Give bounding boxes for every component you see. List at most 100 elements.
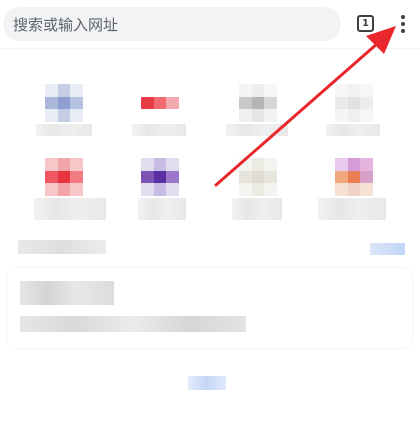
favicon-pixel [335, 109, 348, 122]
favicon-pixel [57, 158, 71, 171]
menu-dot [401, 22, 405, 26]
shortcut-favicon [239, 84, 277, 122]
feed-card[interactable] [8, 268, 412, 348]
shortcut-tile[interactable] [222, 152, 292, 242]
shortcut-favicon [45, 84, 83, 122]
favicon-pixel [153, 170, 167, 184]
favicon-pixel [166, 183, 179, 196]
favicon-pixel [57, 84, 71, 97]
favicon-pixel [70, 96, 83, 110]
favicon-pixel [264, 84, 277, 97]
favicon-pixel [251, 158, 265, 171]
favicon-pixel [70, 109, 83, 122]
favicon-pixel [70, 183, 83, 196]
shortcut-favicon [45, 158, 83, 196]
favicon-pixel [153, 96, 167, 110]
favicon-pixel [264, 96, 277, 110]
shortcut-label [138, 198, 186, 220]
favicon-pixel [239, 84, 252, 97]
favicon-pixel [264, 109, 277, 122]
favicon-pixel [70, 170, 83, 184]
favicon-pixel [264, 183, 277, 196]
address-bar-placeholder: 搜索或输入网址 [13, 15, 119, 34]
favicon-pixel [360, 96, 373, 110]
address-bar[interactable]: 搜索或输入网址 [3, 7, 341, 41]
favicon-pixel [141, 170, 154, 184]
favicon-pixel [335, 170, 348, 184]
favicon-pixel [347, 109, 361, 122]
favicon-pixel [264, 158, 277, 171]
favicon-pixel [360, 109, 373, 122]
section-header [18, 240, 106, 254]
favicon-pixel [141, 96, 154, 110]
favicon-pixel [166, 96, 179, 110]
favicon-pixel [45, 84, 58, 97]
favicon-pixel [57, 183, 71, 196]
favicon-pixel [45, 96, 58, 110]
favicon-pixel [57, 109, 71, 122]
favicon-pixel [45, 109, 58, 122]
favicon-pixel [335, 84, 348, 97]
card-snippet [20, 316, 246, 332]
favicon-pixel [153, 84, 167, 97]
card-title [20, 281, 114, 305]
favicon-pixel [70, 158, 83, 171]
favicon-pixel [347, 170, 361, 184]
tab-count-label: 1 [362, 18, 369, 29]
shortcut-label [132, 124, 186, 136]
menu-dot [401, 15, 405, 19]
shortcut-label [232, 198, 282, 220]
favicon-pixel [347, 96, 361, 110]
toolbar-divider [0, 48, 420, 50]
favicon-pixel [153, 109, 167, 122]
favicon-pixel [57, 96, 71, 110]
section-link[interactable] [370, 243, 405, 255]
favicon-pixel [251, 183, 265, 196]
shortcut-label [326, 124, 380, 136]
favicon-pixel [153, 183, 167, 196]
favicon-pixel [70, 84, 83, 97]
browser-toolbar: 搜索或输入网址 1 [0, 0, 420, 50]
favicon-pixel [239, 109, 252, 122]
shortcut-favicon [141, 84, 179, 122]
tab-switcher-button[interactable]: 1 [357, 15, 374, 32]
favicon-pixel [239, 170, 252, 184]
favicon-pixel [360, 84, 373, 97]
shortcut-tile[interactable] [124, 152, 194, 242]
favicon-pixel [251, 109, 265, 122]
favicon-pixel [360, 158, 373, 171]
favicon-pixel [264, 170, 277, 184]
favicon-pixel [141, 183, 154, 196]
favicon-pixel [153, 158, 167, 171]
favicon-pixel [45, 183, 58, 196]
favicon-pixel [141, 84, 154, 97]
favicon-pixel [347, 183, 361, 196]
favicon-pixel [335, 158, 348, 171]
shortcut-tile[interactable] [318, 152, 388, 242]
favicon-pixel [166, 109, 179, 122]
favicon-pixel [335, 183, 348, 196]
favicon-pixel [45, 158, 58, 171]
shortcut-favicon [141, 158, 179, 196]
favicon-pixel [166, 170, 179, 184]
favicon-pixel [251, 170, 265, 184]
favicon-pixel [360, 183, 373, 196]
shortcut-favicon [239, 158, 277, 196]
favicon-pixel [239, 183, 252, 196]
favicon-pixel [335, 96, 348, 110]
favicon-pixel [141, 158, 154, 171]
favicon-pixel [141, 109, 154, 122]
favicon-pixel [251, 96, 265, 110]
more-vert-icon[interactable] [394, 12, 412, 36]
favicon-pixel [360, 170, 373, 184]
menu-dot [401, 29, 405, 33]
shortcut-favicon [335, 158, 373, 196]
shortcut-tile[interactable] [28, 152, 106, 242]
favicon-pixel [347, 84, 361, 97]
favicon-pixel [251, 84, 265, 97]
favicon-pixel [239, 158, 252, 171]
favicon-pixel [57, 170, 71, 184]
more-button[interactable] [188, 376, 226, 390]
favicon-pixel [347, 158, 361, 171]
shortcut-label [226, 124, 288, 136]
